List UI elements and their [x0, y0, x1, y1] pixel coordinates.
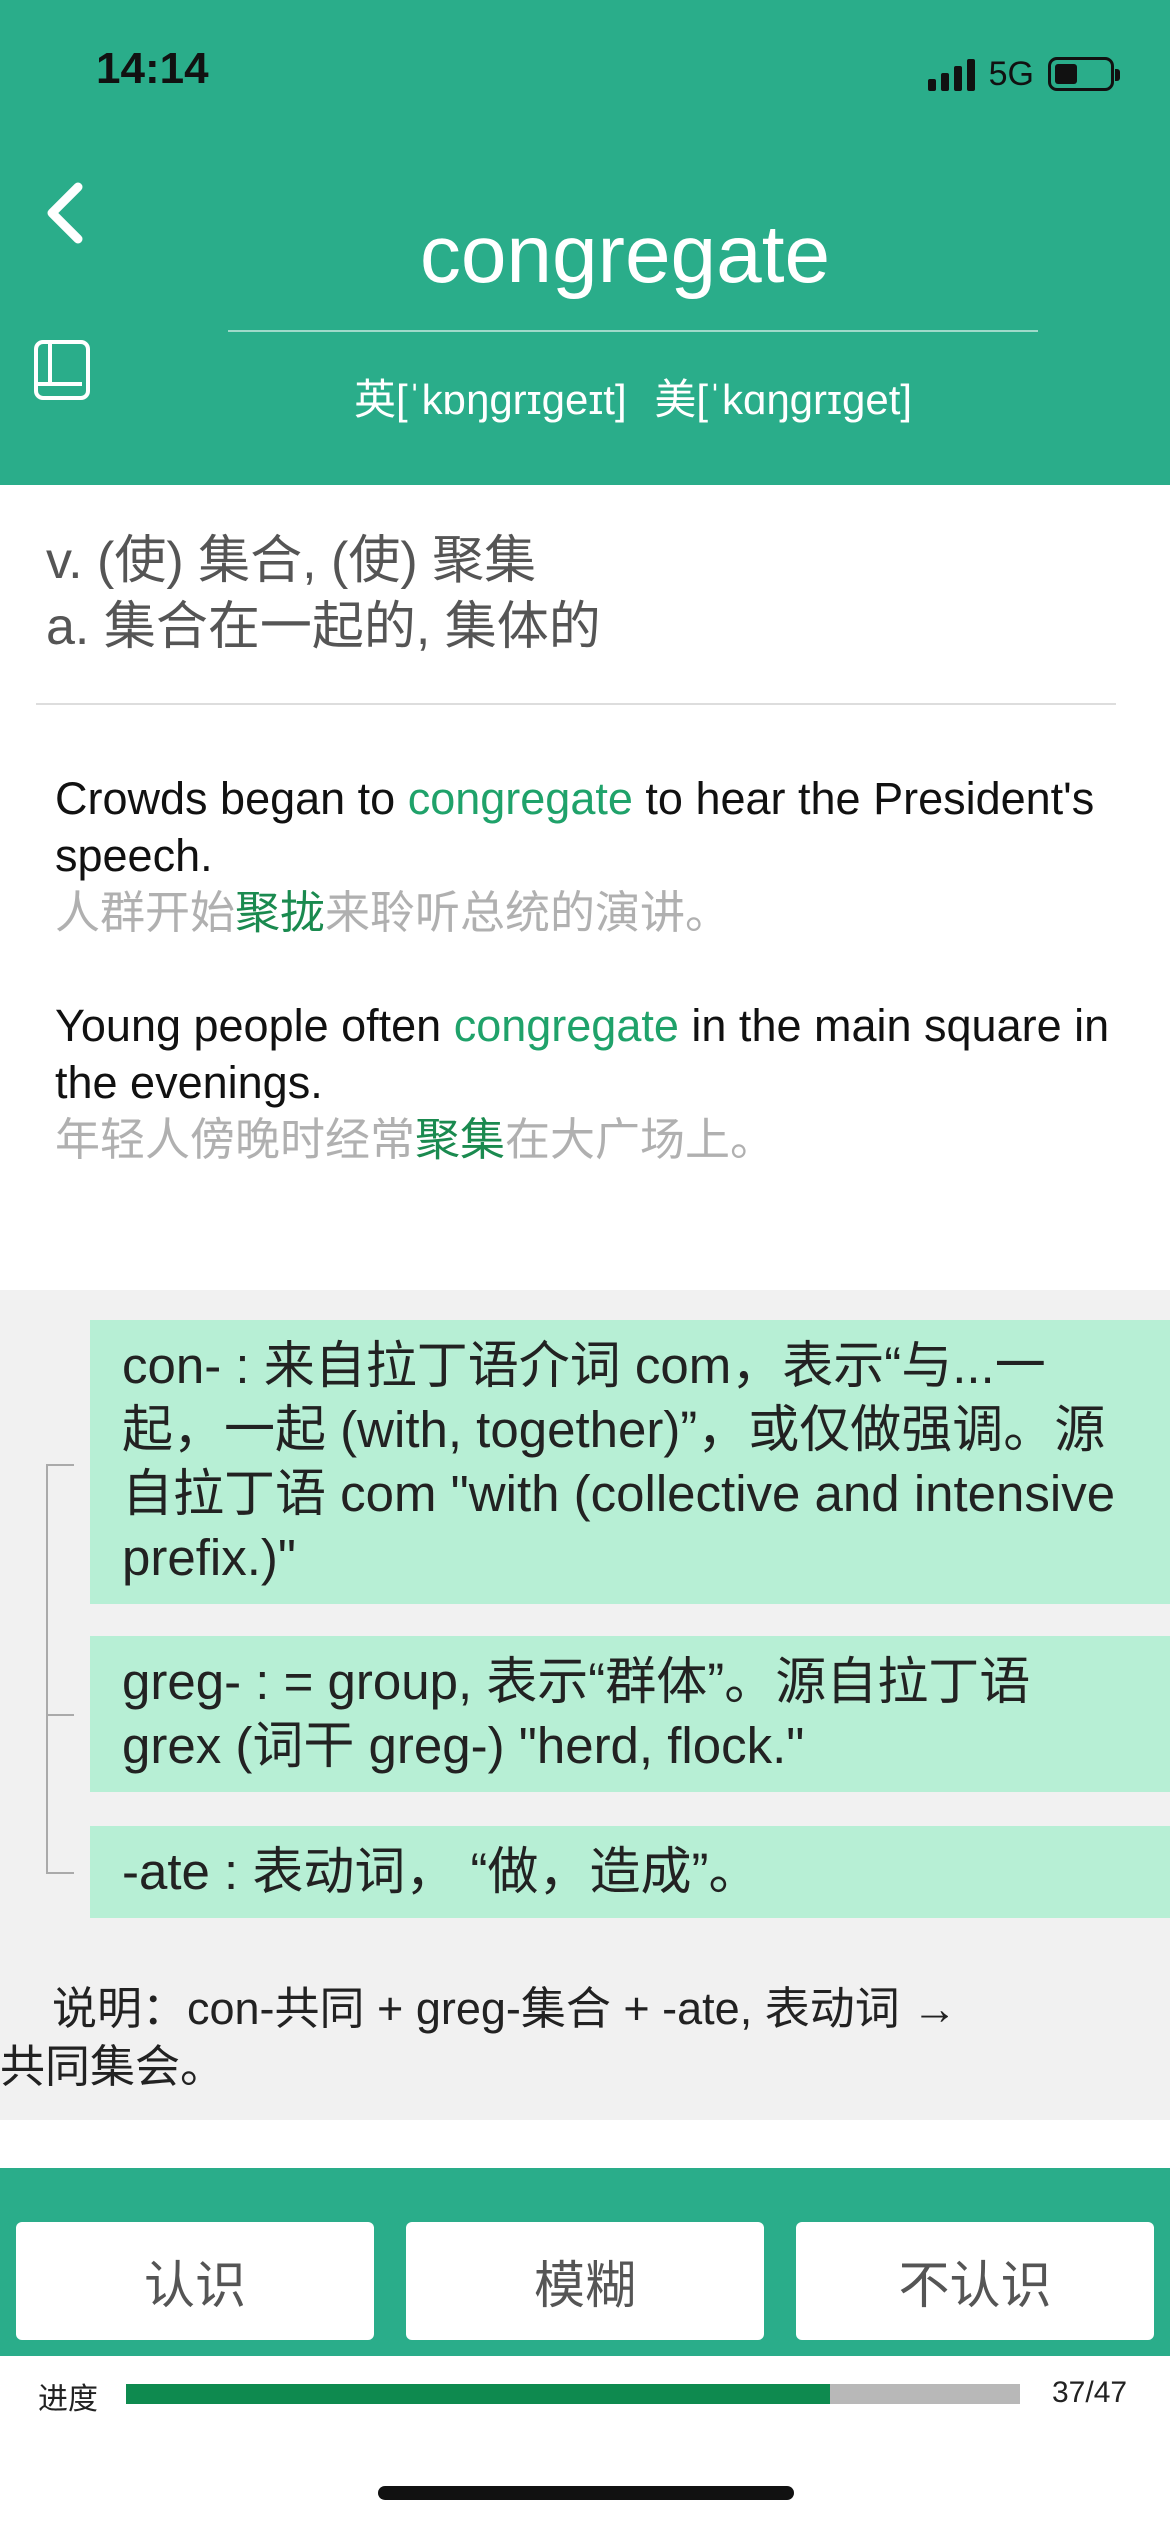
example-en: Crowds began to congregate to hear the P… — [55, 770, 1115, 884]
notebook-icon — [34, 340, 90, 400]
example-sentences: Crowds began to congregate to hear the P… — [55, 770, 1115, 1224]
morpheme-card-ate: -ate : 表动词， “做，造成”。 — [90, 1826, 1170, 1918]
etymology-panel: con- : 来自拉丁语介词 com，表示“与...一起，一起 (with, t… — [0, 1290, 1170, 2120]
morpheme-card-greg: greg- : = group, 表示“群体”。源自拉丁语 grex (词干 g… — [90, 1636, 1170, 1792]
definition-item: a. 集合在一起的, 集体的 — [46, 598, 601, 656]
network-type: 5G — [988, 54, 1034, 93]
example-item: Crowds began to congregate to hear the P… — [55, 770, 1115, 941]
example-zh: 人群开始聚拢来聆听总统的演讲。 — [55, 884, 1115, 941]
bracket-tick — [46, 1872, 74, 1874]
phonetic-us[interactable]: 美[ˈkɑŋɡrɪɡet] — [654, 376, 912, 423]
example-keyword: congregate — [453, 1000, 679, 1051]
definitions: v. (使) 集合, (使) 聚集 a. 集合在一起的, 集体的 — [46, 528, 1126, 660]
example-en-text: Young people often — [55, 1000, 454, 1051]
signal-icon — [927, 57, 975, 91]
example-zh-keyword: 聚集 — [415, 1114, 506, 1165]
definition-item: v. (使) 集合, (使) 聚集 — [46, 532, 537, 590]
chevron-left-icon — [47, 182, 83, 244]
bracket-tick — [46, 1464, 74, 1466]
phonetics: 英[ˈkɒŋɡrɪɡeɪt] 美[ˈkɑŋɡrɪɡet] — [228, 366, 1038, 427]
phonetic-uk[interactable]: 英[ˈkɒŋɡrɪɡeɪt] — [354, 376, 627, 423]
example-zh-text: 来聆听总统的演讲。 — [325, 887, 731, 938]
example-zh-text: 在大广场上。 — [505, 1114, 776, 1165]
example-zh-text: 年轻人傍晚时经常 — [55, 1114, 416, 1165]
word-divider — [228, 330, 1038, 332]
notebook-button[interactable] — [30, 338, 96, 404]
progress-label: 进度 — [38, 2383, 98, 2416]
example-item: Young people often congregate in the mai… — [55, 997, 1115, 1168]
example-zh: 年轻人傍晚时经常聚集在大广场上。 — [55, 1111, 1115, 1168]
word-header: 14:14 5G congregate 英[ˈkɒŋɡrɪɡeɪt] 美[ˈkɑ… — [0, 0, 1170, 485]
progress-fill — [126, 2384, 830, 2404]
definitions-divider — [36, 703, 1116, 705]
unknown-button[interactable]: 不认识 — [796, 2222, 1154, 2340]
example-zh-keyword: 聚拢 — [235, 887, 326, 938]
status-indicators: 5G — [927, 52, 1120, 96]
home-indicator[interactable] — [378, 2486, 794, 2500]
word-title: congregate — [419, 209, 831, 300]
etymology-note-line: 说明：con-共同 + greg-集合 + -ate, 表动词 → — [52, 1983, 958, 2034]
vague-button[interactable]: 模糊 — [406, 2222, 764, 2340]
etymology-note: 说明：con-共同 + greg-集合 + -ate, 表动词 → 共同集会。 — [0, 1980, 1170, 2096]
know-button[interactable]: 认识 — [16, 2222, 374, 2340]
bracket-tick — [46, 1714, 74, 1716]
progress-count: 37/47 — [1052, 2376, 1128, 2409]
example-en: Young people often congregate in the mai… — [55, 997, 1115, 1111]
progress-bar — [126, 2384, 1020, 2404]
morpheme-card-con: con- : 来自拉丁语介词 com，表示“与...一起，一起 (with, t… — [90, 1320, 1170, 1604]
etymology-note-line: 共同集会。 — [0, 2041, 226, 2092]
status-time: 14:14 — [96, 44, 209, 93]
morpheme-bracket — [46, 1464, 48, 1874]
answer-bar: 认识 模糊 不认识 — [0, 2168, 1170, 2356]
back-button[interactable] — [34, 178, 94, 248]
example-en-text: Crowds began to — [55, 773, 408, 824]
example-zh-text: 人群开始 — [55, 887, 236, 938]
battery-icon — [1048, 57, 1120, 91]
example-keyword: congregate — [407, 773, 633, 824]
